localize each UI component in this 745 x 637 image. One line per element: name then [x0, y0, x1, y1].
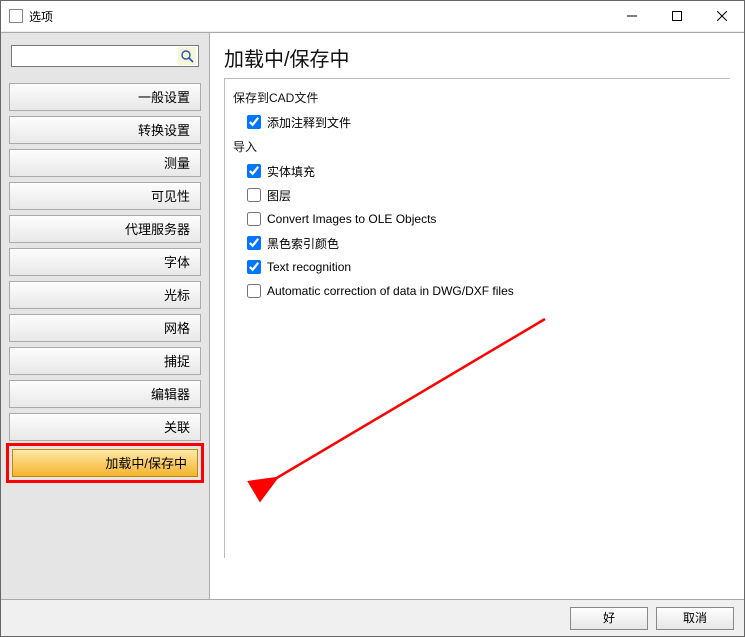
sidebar-item-10[interactable]: 关联 — [9, 413, 201, 441]
magnifier-icon — [180, 49, 194, 63]
minimize-button[interactable] — [609, 1, 654, 31]
sidebar-item-label: 捕捉 — [164, 354, 190, 369]
sidebar-item-3[interactable]: 可见性 — [9, 182, 201, 210]
checkbox-black-index-color-label: 黑色索引颜色 — [267, 235, 339, 252]
window-title: 选项 — [29, 8, 53, 25]
sidebar-item-5[interactable]: 字体 — [9, 248, 201, 276]
checkbox-text-recognition-label: Text recognition — [267, 260, 351, 274]
sidebar-item-0[interactable]: 一般设置 — [9, 83, 201, 111]
checkbox-auto-correction[interactable]: Automatic correction of data in DWG/DXF … — [247, 279, 722, 303]
search-input[interactable] — [12, 46, 174, 66]
sidebar-item-label: 可见性 — [151, 189, 190, 204]
maximize-icon — [672, 11, 682, 21]
sidebar-item-6[interactable]: 光标 — [9, 281, 201, 309]
sidebar-item-label: 一般设置 — [138, 90, 190, 105]
checkbox-solid-fill[interactable]: 实体填充 — [247, 159, 722, 183]
checkbox-solid-fill-input[interactable] — [247, 164, 261, 178]
sidebar-item-label: 测量 — [164, 156, 190, 171]
checkbox-layers-input[interactable] — [247, 188, 261, 202]
category-list: 一般设置转换设置测量可见性代理服务器字体光标网格捕捉编辑器关联加载中/保存中 — [1, 75, 209, 488]
app-icon — [9, 9, 23, 23]
sidebar-item-11[interactable]: 加载中/保存中 — [12, 449, 198, 477]
checkbox-add-annotations[interactable]: 添加注释到文件 — [247, 110, 722, 134]
search-field[interactable] — [11, 45, 199, 67]
sidebar-item-label: 加载中/保存中 — [105, 456, 187, 471]
maximize-button[interactable] — [654, 1, 699, 31]
checkbox-layers-label: 图层 — [267, 187, 291, 204]
dialog-body: 一般设置转换设置测量可见性代理服务器字体光标网格捕捉编辑器关联加载中/保存中 加… — [1, 32, 744, 599]
sidebar-item-label: 字体 — [164, 255, 190, 270]
sidebar-item-7[interactable]: 网格 — [9, 314, 201, 342]
checkbox-convert-ole-input[interactable] — [247, 212, 261, 226]
options-dialog: 选项 — [0, 0, 745, 637]
checkbox-auto-correction-label: Automatic correction of data in DWG/DXF … — [267, 284, 514, 298]
checkbox-add-annotations-input[interactable] — [247, 115, 261, 129]
checkbox-text-recognition-input[interactable] — [247, 260, 261, 274]
checkbox-auto-correction-input[interactable] — [247, 284, 261, 298]
sidebar-item-label: 编辑器 — [151, 387, 190, 402]
sidebar-item-8[interactable]: 捕捉 — [9, 347, 201, 375]
settings-area: 保存到CAD文件 添加注释到文件 导入 实体填充 图层 Convert Imag… — [224, 78, 730, 558]
checkbox-black-index-color[interactable]: 黑色索引颜色 — [247, 231, 722, 255]
sidebar-item-2[interactable]: 测量 — [9, 149, 201, 177]
close-icon — [717, 11, 727, 21]
annotation-highlight: 加载中/保存中 — [6, 443, 204, 483]
group-import-title: 导入 — [233, 138, 722, 155]
dialog-footer: 好 取消 — [1, 599, 744, 636]
checkbox-solid-fill-label: 实体填充 — [267, 163, 315, 180]
sidebar-item-label: 关联 — [164, 420, 190, 435]
sidebar-item-1[interactable]: 转换设置 — [9, 116, 201, 144]
checkbox-black-index-color-input[interactable] — [247, 236, 261, 250]
checkbox-layers[interactable]: 图层 — [247, 183, 722, 207]
cancel-button[interactable]: 取消 — [656, 607, 734, 630]
sidebar: 一般设置转换设置测量可见性代理服务器字体光标网格捕捉编辑器关联加载中/保存中 — [1, 33, 210, 599]
window-controls — [609, 1, 744, 31]
sidebar-item-label: 转换设置 — [138, 123, 190, 138]
page-title: 加载中/保存中 — [224, 43, 730, 72]
search-icon[interactable] — [178, 47, 196, 65]
checkbox-convert-ole-label: Convert Images to OLE Objects — [267, 212, 436, 226]
sidebar-item-label: 代理服务器 — [125, 222, 190, 237]
sidebar-item-label: 光标 — [164, 288, 190, 303]
close-button[interactable] — [699, 1, 744, 31]
titlebar: 选项 — [1, 1, 744, 32]
checkbox-add-annotations-label: 添加注释到文件 — [267, 114, 351, 131]
sidebar-item-4[interactable]: 代理服务器 — [9, 215, 201, 243]
checkbox-convert-ole[interactable]: Convert Images to OLE Objects — [247, 207, 722, 231]
checkbox-text-recognition[interactable]: Text recognition — [247, 255, 722, 279]
content-panel: 加载中/保存中 保存到CAD文件 添加注释到文件 导入 实体填充 图层 — [210, 33, 744, 599]
group-save-to-cad-title: 保存到CAD文件 — [233, 89, 722, 106]
minimize-icon — [627, 11, 637, 21]
sidebar-item-label: 网格 — [164, 321, 190, 336]
sidebar-item-9[interactable]: 编辑器 — [9, 380, 201, 408]
search-row — [1, 33, 209, 75]
ok-button[interactable]: 好 — [570, 607, 648, 630]
